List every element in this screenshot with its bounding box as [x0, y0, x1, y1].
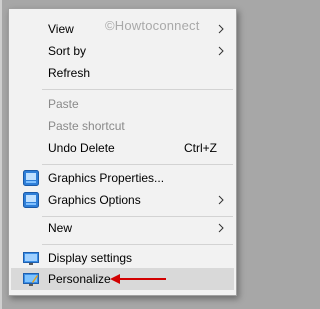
intel-graphics-icon	[23, 170, 39, 186]
menu-item-graphics-properties-label: Graphics Properties...	[48, 171, 165, 185]
menu-item-refresh[interactable]: Refresh	[11, 62, 234, 84]
chevron-right-icon	[218, 195, 224, 205]
menu-item-sort-by-label: Sort by	[48, 44, 87, 58]
menu-item-refresh-label: Refresh	[48, 66, 91, 80]
chevron-right-icon	[218, 223, 224, 233]
personalize-monitor-brush-icon	[23, 273, 39, 286]
menu-item-paste[interactable]: Paste	[11, 93, 234, 115]
menu-separator	[42, 244, 233, 245]
watermark: ©Howtoconnect	[105, 18, 200, 33]
intel-graphics-icon	[23, 192, 39, 208]
desktop-edge	[0, 0, 2, 309]
menu-item-graphics-options-label: Graphics Options	[48, 193, 141, 207]
menu-item-graphics-options[interactable]: Graphics Options	[11, 189, 234, 211]
menu-item-display-settings[interactable]: Display settings	[11, 247, 234, 269]
menu-item-sort-by[interactable]: Sort by	[11, 40, 234, 62]
menu-separator	[42, 89, 233, 90]
menu-item-undo-delete-label: Undo Delete	[48, 141, 115, 155]
menu-item-display-settings-label: Display settings	[48, 251, 133, 265]
shortcut-label: Ctrl+Z	[184, 141, 217, 155]
menu-item-paste-shortcut-label: Paste shortcut	[48, 119, 125, 133]
annotation-arrow	[110, 274, 166, 284]
menu-item-undo-delete[interactable]: Undo Delete Ctrl+Z	[11, 137, 234, 159]
menu-item-new-label: New	[48, 221, 73, 235]
display-monitor-icon	[23, 252, 39, 265]
desktop-context-menu: View ©Howtoconnect Sort by Refresh Paste…	[8, 8, 237, 296]
menu-separator	[42, 164, 233, 165]
menu-item-paste-label: Paste	[48, 97, 79, 111]
menu-item-personalize-label: Personalize	[48, 272, 111, 286]
chevron-right-icon	[218, 46, 224, 56]
menu-item-view-label: View	[48, 22, 74, 36]
menu-item-graphics-properties[interactable]: Graphics Properties...	[11, 167, 234, 189]
menu-item-new[interactable]: New	[11, 217, 234, 239]
menu-item-paste-shortcut[interactable]: Paste shortcut	[11, 115, 234, 137]
chevron-right-icon	[218, 24, 224, 34]
